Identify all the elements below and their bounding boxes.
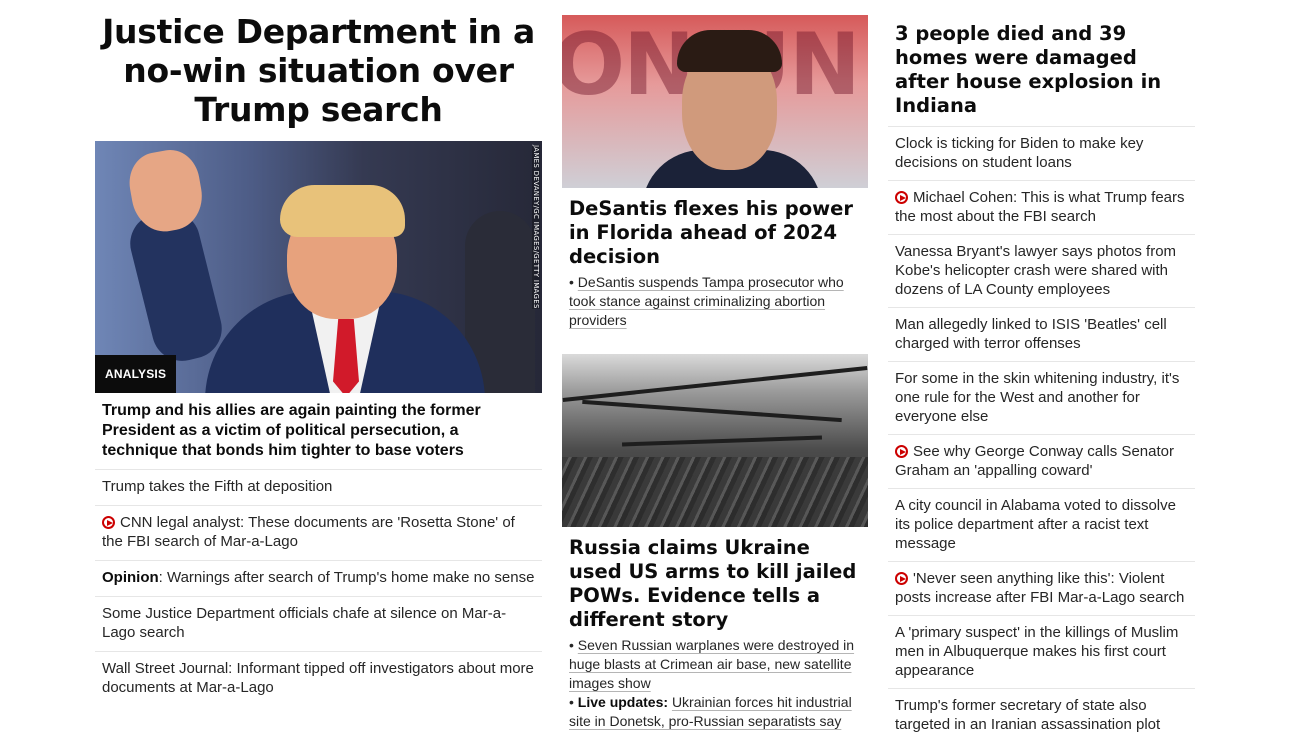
middle-column: ON UN DeSantis flexes his power in Flori… — [562, 0, 868, 731]
destroyed-prison-photo[interactable] — [562, 354, 868, 527]
russia-ukraine-headline[interactable]: Russia claims Ukraine used US arms to ki… — [562, 527, 868, 636]
list-item[interactable]: Some Justice Department officials chafe … — [95, 597, 542, 652]
list-item-text: A city council in Alabama voted to disso… — [895, 497, 1176, 552]
lead-story-column: Justice Department in a no-win situation… — [95, 0, 542, 706]
list-item-text: Clock is ticking for Biden to make key d… — [895, 135, 1144, 171]
list-item-text: For some in the skin whitening industry,… — [895, 370, 1180, 425]
list-item-text: Michael Cohen: This is what Trump fears … — [895, 189, 1185, 225]
list-item-text: Vanessa Bryant's lawyer says photos from… — [895, 243, 1177, 298]
desantis-related-list: • DeSantis suspends Tampa prosecutor who… — [562, 273, 868, 330]
photo-hair — [677, 30, 782, 72]
list-item[interactable]: Clock is ticking for Biden to make key d… — [888, 127, 1195, 181]
list-item[interactable]: Opinion: Warnings after search of Trump'… — [95, 561, 542, 597]
list-item-text: 'Never seen anything like this': Violent… — [895, 570, 1185, 606]
photo-credit: JAMES DEVANEY/GC IMAGES/GETTY IMAGES — [532, 145, 540, 309]
live-updates-label: Live updates: — [577, 694, 669, 710]
list-item-text: CNN legal analyst: These documents are '… — [102, 514, 515, 550]
list-item[interactable]: • Seven Russian warplanes were destroyed… — [569, 636, 861, 693]
list-item-link[interactable]: Seven Russian warplanes were destroyed i… — [569, 637, 854, 691]
list-item-text: Wall Street Journal: Informant tipped of… — [102, 660, 534, 696]
list-item[interactable]: A 'primary suspect' in the killings of M… — [888, 616, 1195, 689]
photo-beam — [621, 435, 823, 447]
play-circle-icon — [895, 572, 908, 585]
list-item-text: Man allegedly linked to ISIS 'Beatles' c… — [895, 316, 1167, 352]
photo-hair — [280, 185, 405, 237]
list-item-text: Some Justice Department officials chafe … — [102, 605, 507, 641]
trump-photo[interactable]: JAMES DEVANEY/GC IMAGES/GETTY IMAGES ANA… — [95, 141, 542, 393]
list-item[interactable]: Vanessa Bryant's lawyer says photos from… — [888, 235, 1195, 308]
list-item[interactable]: CNN legal analyst: These documents are '… — [95, 506, 542, 561]
desantis-photo[interactable]: ON UN — [562, 15, 868, 188]
list-item[interactable]: Wall Street Journal: Informant tipped of… — [95, 652, 542, 706]
list-item-text: See why George Conway calls Senator Grah… — [895, 443, 1174, 479]
headlines-list: Clock is ticking for Biden to make key d… — [888, 127, 1195, 742]
list-item[interactable]: Man allegedly linked to ISIS 'Beatles' c… — [888, 308, 1195, 362]
photo-debris — [562, 457, 868, 527]
list-item-text: Trump takes the Fifth at deposition — [102, 478, 333, 495]
list-item[interactable]: Trump's former secretary of state also t… — [888, 689, 1195, 742]
lead-headline[interactable]: Justice Department in a no-win situation… — [95, 0, 542, 129]
desantis-headline[interactable]: DeSantis flexes his power in Florida ahe… — [562, 188, 868, 273]
list-item-link[interactable]: DeSantis suspends Tampa prosecutor who t… — [569, 274, 844, 328]
list-item-text: : Warnings after search of Trump's home … — [158, 569, 535, 586]
right-column: 3 people died and 39 homes were damaged … — [888, 0, 1195, 742]
list-item[interactable]: Michael Cohen: This is what Trump fears … — [888, 181, 1195, 235]
play-circle-icon — [102, 516, 115, 529]
russia-related-list: • Seven Russian warplanes were destroyed… — [562, 636, 868, 731]
list-item-text: Trump's former secretary of state also t… — [895, 697, 1161, 733]
list-item[interactable]: Trump takes the Fifth at deposition — [95, 470, 542, 506]
list-item[interactable]: • Live updates: Ukrainian forces hit ind… — [569, 693, 861, 731]
opinion-label: Opinion — [102, 569, 159, 586]
list-item[interactable]: 'Never seen anything like this': Violent… — [888, 562, 1195, 616]
list-item[interactable]: See why George Conway calls Senator Grah… — [888, 435, 1195, 489]
list-item-text: A 'primary suspect' in the killings of M… — [895, 624, 1179, 679]
list-item[interactable]: For some in the skin whitening industry,… — [888, 362, 1195, 435]
photo-beam — [562, 366, 868, 402]
indiana-explosion-headline[interactable]: 3 people died and 39 homes were damaged … — [888, 0, 1195, 127]
play-circle-icon — [895, 445, 908, 458]
lead-story-summary[interactable]: Trump and his allies are again painting … — [95, 393, 542, 470]
play-circle-icon — [895, 191, 908, 204]
list-item[interactable]: A city council in Alabama voted to disso… — [888, 489, 1195, 562]
photo-beam — [582, 399, 842, 423]
analysis-badge: ANALYSIS — [95, 355, 177, 393]
related-stories-list: Trump takes the Fifth at deposition CNN … — [95, 470, 542, 706]
list-item[interactable]: • DeSantis suspends Tampa prosecutor who… — [569, 273, 861, 330]
